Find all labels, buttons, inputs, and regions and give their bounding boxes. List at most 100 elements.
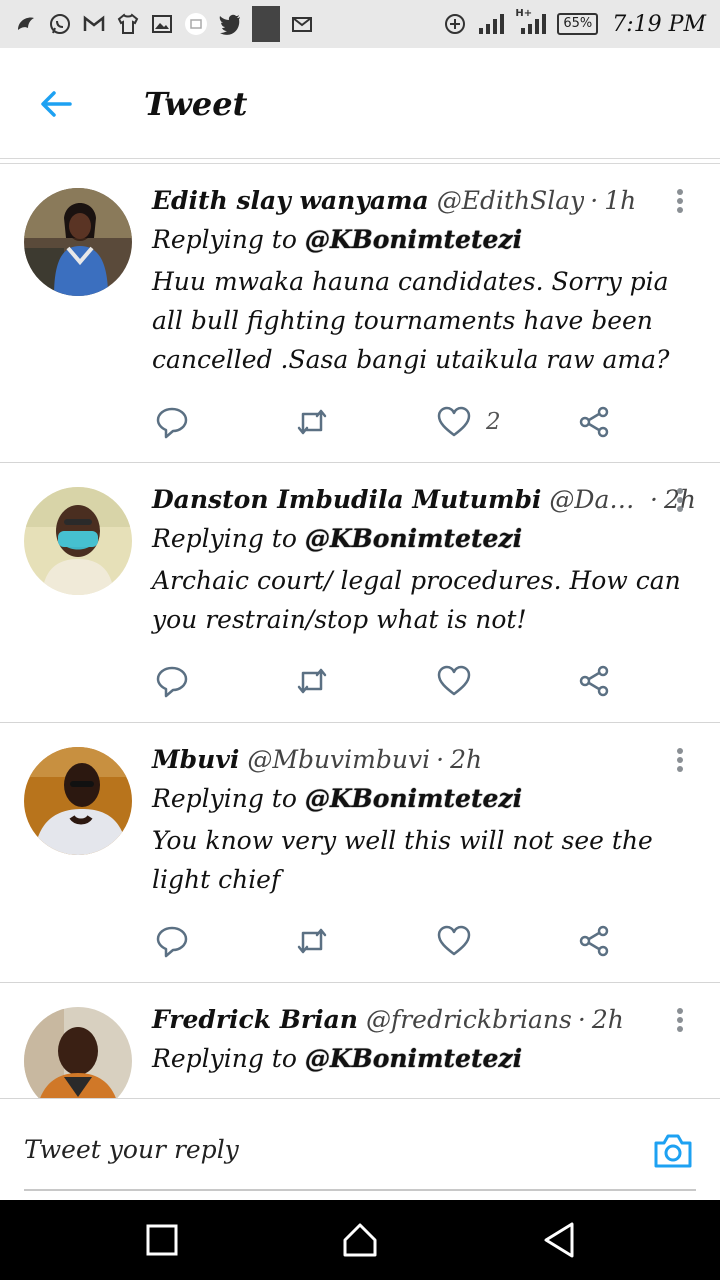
tweet-text: Archaic court/ legal procedures. How can… bbox=[152, 566, 681, 634]
replying-to-handle[interactable]: @KBonimtetezi bbox=[305, 784, 522, 813]
tweet-author-name[interactable]: Mbuvi bbox=[152, 741, 239, 779]
replying-to-handle[interactable]: @KBonimtetezi bbox=[305, 225, 522, 254]
image-icon bbox=[150, 12, 174, 36]
retweet-button[interactable] bbox=[294, 921, 330, 961]
replying-to-line: Replying to @KBonimtetezi bbox=[152, 1039, 696, 1079]
page-title: Tweet bbox=[144, 85, 248, 123]
recents-icon bbox=[146, 1224, 178, 1256]
share-button[interactable] bbox=[576, 661, 612, 701]
avatar[interactable] bbox=[24, 487, 132, 595]
reply-button[interactable] bbox=[154, 921, 190, 961]
tweet-author-handle[interactable]: @fredrickbrians bbox=[366, 1001, 572, 1039]
tweet-text: You know very well this will not see the… bbox=[152, 826, 653, 894]
reply-icon bbox=[156, 666, 188, 698]
more-options-button[interactable] bbox=[668, 745, 692, 775]
replying-to-line: Replying to @KBonimtetezi bbox=[152, 519, 696, 559]
tweet-item[interactable]: Mbuvi @Mbuvimbuvi · 2h Replying to @KBon… bbox=[0, 723, 720, 983]
like-button[interactable] bbox=[436, 661, 486, 701]
replying-to-handle[interactable]: @KBonimtetezi bbox=[305, 1044, 522, 1073]
tweet-item[interactable]: Danston Imbudila Mutumbi @Danst... · 2h … bbox=[0, 463, 720, 723]
app-header: Tweet bbox=[0, 48, 720, 160]
retweet-icon bbox=[297, 668, 327, 694]
share-icon bbox=[579, 925, 609, 957]
like-count: 2 bbox=[486, 409, 501, 435]
retweet-icon bbox=[297, 928, 327, 954]
like-button[interactable]: 2 bbox=[436, 402, 501, 442]
shirt-icon bbox=[116, 12, 140, 36]
app-icon bbox=[14, 12, 38, 36]
reply-composer bbox=[0, 1098, 720, 1200]
tweet-item[interactable]: Fredrick Brian @fredrickbrians · 2h Repl… bbox=[0, 983, 720, 1098]
more-options-button[interactable] bbox=[668, 1005, 692, 1035]
tweet-actions: 2 bbox=[152, 402, 622, 442]
signal-icon bbox=[477, 12, 505, 36]
square-icon bbox=[252, 6, 280, 42]
add-circle-icon bbox=[443, 12, 467, 36]
whatsapp-icon bbox=[48, 12, 72, 36]
battery-indicator: 65% bbox=[557, 13, 599, 35]
reply-button[interactable] bbox=[154, 661, 190, 701]
tweet-author-name[interactable]: Edith slay wanyama bbox=[152, 182, 429, 220]
tweet-time: 2h bbox=[450, 745, 483, 774]
separator-dot: · bbox=[650, 485, 658, 514]
heart-icon bbox=[437, 925, 471, 956]
replying-to-handle[interactable]: @KBonimtetezi bbox=[305, 524, 522, 553]
replying-to-label: Replying to bbox=[152, 1044, 297, 1073]
navigation-bar bbox=[0, 1200, 720, 1280]
twitter-icon bbox=[218, 12, 242, 36]
replying-to-line: Replying to @KBonimtetezi bbox=[152, 220, 696, 260]
reply-button[interactable] bbox=[154, 402, 190, 442]
camera-icon bbox=[654, 1134, 692, 1168]
camera-button[interactable] bbox=[652, 1131, 694, 1171]
home-icon bbox=[343, 1223, 377, 1257]
retweet-button[interactable] bbox=[294, 402, 330, 442]
replying-to-label: Replying to bbox=[152, 524, 297, 553]
replying-to-label: Replying to bbox=[152, 784, 297, 813]
share-button[interactable] bbox=[576, 921, 612, 961]
mail-icon bbox=[290, 12, 314, 36]
replying-to-line: Replying to @KBonimtetezi bbox=[152, 779, 696, 819]
tweet-author-handle[interactable]: @EdithSlay bbox=[437, 182, 585, 220]
tweet-author-handle[interactable]: @Danst... bbox=[549, 481, 644, 519]
tweet-author-handle[interactable]: @Mbuvimbuvi bbox=[247, 741, 430, 779]
recents-button[interactable] bbox=[142, 1220, 182, 1260]
tweet-list[interactable]: Edith slay wanyama @EdithSlay · 1h Reply… bbox=[0, 164, 720, 1098]
tweet-item[interactable]: Edith slay wanyama @EdithSlay · 1h Reply… bbox=[0, 164, 720, 463]
message-icon bbox=[184, 12, 208, 36]
avatar[interactable] bbox=[24, 1007, 132, 1098]
like-button[interactable] bbox=[436, 921, 486, 961]
share-icon bbox=[579, 665, 609, 697]
retweet-button[interactable] bbox=[294, 661, 330, 701]
avatar[interactable] bbox=[24, 188, 132, 296]
tweet-actions bbox=[152, 661, 622, 701]
avatar[interactable] bbox=[24, 747, 132, 855]
back-nav-button[interactable] bbox=[540, 1220, 580, 1260]
input-underline bbox=[24, 1189, 696, 1191]
replying-to-label: Replying to bbox=[152, 225, 297, 254]
reply-icon bbox=[156, 407, 188, 439]
separator-dot: · bbox=[436, 745, 445, 774]
reply-input[interactable] bbox=[24, 1129, 584, 1169]
back-arrow-icon bbox=[41, 91, 72, 117]
separator-dot: · bbox=[590, 186, 599, 215]
network-type-label: H+ bbox=[515, 8, 533, 19]
tweet-time: 2h bbox=[591, 1005, 624, 1034]
heart-icon bbox=[437, 665, 471, 696]
tweet-text: Huu mwaka hauna candidates. Sorry pia al… bbox=[152, 267, 670, 374]
home-button[interactable] bbox=[340, 1220, 380, 1260]
tweet-actions bbox=[152, 921, 622, 961]
tweet-author-name[interactable]: Danston Imbudila Mutumbi bbox=[152, 481, 541, 519]
tweet-time: 1h bbox=[604, 186, 637, 215]
share-icon bbox=[579, 406, 609, 438]
tweet-author-name[interactable]: Fredrick Brian bbox=[152, 1001, 358, 1039]
signal-h-icon: H+ bbox=[515, 8, 547, 36]
heart-icon bbox=[437, 406, 471, 437]
clock: 7:19 PM bbox=[612, 11, 706, 37]
status-bar: H+ 65% 7:19 PM bbox=[0, 0, 720, 48]
reply-icon bbox=[156, 926, 188, 958]
back-button[interactable] bbox=[0, 48, 112, 160]
more-options-button[interactable] bbox=[668, 186, 692, 216]
share-button[interactable] bbox=[576, 402, 612, 442]
more-options-button[interactable] bbox=[668, 485, 692, 515]
retweet-icon bbox=[297, 409, 327, 435]
